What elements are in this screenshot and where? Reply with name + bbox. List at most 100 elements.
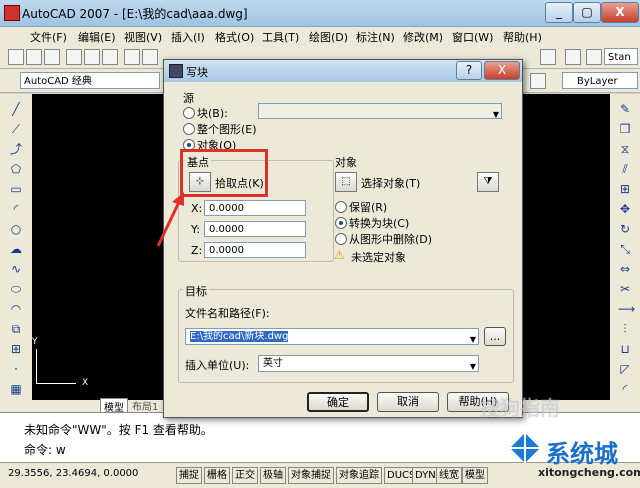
menu-view[interactable]: 视图(V) bbox=[124, 29, 162, 45]
ellipse-arc-icon[interactable]: ◠ bbox=[9, 302, 23, 316]
hatch-icon[interactable]: ▦ bbox=[9, 382, 23, 396]
help-icon[interactable] bbox=[565, 49, 581, 65]
menu-window[interactable]: 窗口(W) bbox=[452, 29, 493, 45]
polar-toggle[interactable]: 极轴 bbox=[260, 467, 286, 484]
break-icon[interactable]: ⫶ bbox=[618, 322, 632, 336]
cut-icon[interactable] bbox=[124, 49, 140, 65]
fillet-icon[interactable]: ◜ bbox=[618, 382, 632, 396]
select-objects-button[interactable]: ⬚ bbox=[335, 172, 357, 192]
dialog-title: 写块 bbox=[186, 66, 208, 79]
workspace-select[interactable]: AutoCAD 经典 bbox=[20, 72, 160, 89]
snap-toggle[interactable]: 捕捉 bbox=[176, 467, 202, 484]
arc-icon[interactable]: ◜ bbox=[9, 202, 23, 216]
model-toggle[interactable]: 模型 bbox=[462, 467, 488, 484]
coordinates: 29.3556, 23.4694, 0.0000 bbox=[8, 468, 139, 479]
erase-icon[interactable]: ✎ bbox=[618, 102, 632, 116]
open-icon[interactable] bbox=[26, 49, 42, 65]
chevron-down-icon: ▼ bbox=[469, 335, 476, 344]
osnap-toggle[interactable]: 对象捕捉 bbox=[288, 467, 334, 484]
dyn-toggle[interactable]: DYN bbox=[412, 467, 439, 484]
radio-block[interactable] bbox=[183, 107, 195, 119]
dialog-icon bbox=[169, 64, 183, 78]
circle-icon[interactable]: ○ bbox=[9, 222, 23, 236]
select-objects-label: 选择对象(T) bbox=[361, 177, 421, 190]
rectangle-icon[interactable]: ▭ bbox=[9, 182, 23, 196]
ucs-y-axis bbox=[36, 349, 37, 384]
toolbar-icon[interactable] bbox=[540, 49, 556, 65]
cancel-button[interactable]: 取消 bbox=[377, 392, 439, 412]
restore-button[interactable]: ▢ bbox=[573, 2, 601, 23]
menu-format[interactable]: 格式(O) bbox=[215, 29, 254, 45]
polyline-icon[interactable]: ⤴ bbox=[9, 142, 23, 156]
z-field[interactable]: 0.0000 bbox=[204, 242, 306, 258]
linetype-select[interactable]: ByLayer bbox=[562, 72, 638, 89]
dialog-close-button[interactable]: X bbox=[484, 61, 520, 80]
save-icon[interactable] bbox=[44, 49, 60, 65]
polygon-icon[interactable]: ⬠ bbox=[9, 162, 23, 176]
minimize-button[interactable]: _ bbox=[545, 2, 573, 23]
radio-delete-label: 从图形中删除(D) bbox=[349, 233, 433, 246]
quick-select-button[interactable]: ⧩ bbox=[477, 172, 499, 192]
menu-file[interactable]: 文件(F) bbox=[30, 29, 67, 45]
extend-icon[interactable]: ⟶ bbox=[618, 302, 635, 316]
menu-edit[interactable]: 编辑(E) bbox=[78, 29, 116, 45]
dialog-help-button[interactable]: ? bbox=[456, 61, 482, 80]
revcloud-icon[interactable]: ☁ bbox=[9, 242, 23, 256]
close-button[interactable]: X bbox=[601, 2, 639, 23]
array-icon[interactable]: ⊞ bbox=[618, 182, 632, 196]
new-icon[interactable] bbox=[8, 49, 24, 65]
menu-help[interactable]: 帮助(H) bbox=[503, 29, 542, 45]
plot-icon[interactable] bbox=[102, 49, 118, 65]
preview-icon[interactable] bbox=[84, 49, 100, 65]
highlight-box bbox=[180, 149, 268, 197]
mirror-icon[interactable]: ⧖ bbox=[618, 142, 632, 156]
menu-modify[interactable]: 修改(M) bbox=[403, 29, 443, 45]
spline-icon[interactable]: ∿ bbox=[9, 262, 23, 276]
join-icon[interactable]: ⊔ bbox=[618, 342, 632, 356]
y-field[interactable]: 0.0000 bbox=[204, 221, 306, 237]
axis-x-label: X bbox=[82, 378, 89, 388]
trim-icon[interactable]: ✂ bbox=[618, 282, 632, 296]
dialog-titlebar: 写块 ? X bbox=[164, 60, 522, 82]
chamfer-icon[interactable]: ◸ bbox=[618, 362, 632, 376]
grid-toggle[interactable]: 栅格 bbox=[204, 467, 230, 484]
path-select[interactable]: E:\我的cad\新块.dwg ▼ bbox=[185, 328, 479, 345]
x-field[interactable]: 0.0000 bbox=[204, 200, 306, 216]
lineweight-toggle[interactable]: 线宽 bbox=[436, 467, 462, 484]
axis-y-label: Y bbox=[32, 337, 38, 347]
menu-insert[interactable]: 插入(I) bbox=[171, 29, 205, 45]
print-icon[interactable] bbox=[66, 49, 82, 65]
radio-retain[interactable] bbox=[335, 201, 347, 213]
browse-button[interactable]: ... bbox=[484, 327, 506, 346]
menu-tools[interactable]: 工具(T) bbox=[262, 29, 299, 45]
menu-draw[interactable]: 绘图(D) bbox=[309, 29, 348, 45]
scale-icon[interactable]: ⤡ bbox=[618, 242, 632, 256]
construction-line-icon[interactable]: ⟋ bbox=[9, 122, 23, 136]
offset-icon[interactable]: ⫽ bbox=[618, 162, 632, 176]
menu-dimension[interactable]: 标注(N) bbox=[356, 29, 395, 45]
units-select[interactable]: 英寸 ▼ bbox=[258, 355, 479, 372]
rotate-icon[interactable]: ↻ bbox=[618, 222, 632, 236]
stretch-icon[interactable]: ⇔ bbox=[618, 262, 632, 276]
move-icon[interactable]: ✥ bbox=[618, 202, 632, 216]
text-style-select[interactable]: Stan bbox=[604, 48, 638, 65]
window-title: AutoCAD 2007 - [E:\我的cad\aaa.dwg] bbox=[22, 7, 248, 21]
ok-button[interactable]: 确定 bbox=[307, 392, 369, 412]
tab-layout1[interactable]: 布局1 bbox=[132, 398, 158, 413]
line-icon[interactable]: ╱ bbox=[9, 102, 23, 116]
copy-object-icon[interactable]: ❐ bbox=[618, 122, 632, 136]
point-icon[interactable]: · bbox=[9, 362, 23, 376]
ellipse-icon[interactable]: ⬭ bbox=[9, 282, 23, 296]
text-style-icon[interactable] bbox=[586, 49, 602, 65]
command-prompt[interactable]: 命令: w bbox=[24, 441, 66, 458]
radio-convert[interactable] bbox=[335, 217, 347, 229]
sogou-watermark: 搜狗指南 bbox=[480, 396, 560, 420]
insert-block-icon[interactable]: ⧉ bbox=[9, 322, 23, 336]
layer-icon[interactable] bbox=[530, 73, 546, 89]
make-block-icon[interactable]: ⊞ bbox=[9, 342, 23, 356]
otrack-toggle[interactable]: 对象追踪 bbox=[336, 467, 382, 484]
copy-icon[interactable] bbox=[142, 49, 158, 65]
radio-delete[interactable] bbox=[335, 233, 347, 245]
ortho-toggle[interactable]: 正交 bbox=[232, 467, 258, 484]
radio-entire-drawing[interactable] bbox=[183, 123, 195, 135]
